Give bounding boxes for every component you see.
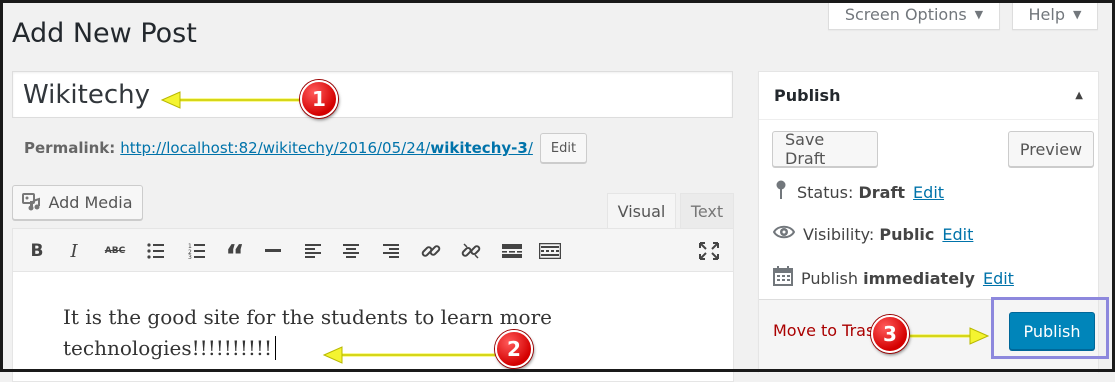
publish-time-row: Publish immediately Edit [773,266,1014,290]
preview-button[interactable]: Preview [1008,131,1094,167]
align-left-icon[interactable] [300,239,326,263]
toolbar-toggle-icon[interactable] [537,239,563,263]
calendar-icon [773,266,793,290]
publish-button[interactable]: Publish [1009,312,1095,350]
fullscreen-icon[interactable] [696,239,722,263]
post-content-editor[interactable]: It is the good site for the students to … [12,272,734,382]
callout-2-badge: 2 [495,330,533,368]
read-more-icon[interactable] [499,239,525,263]
horizontal-rule-icon[interactable] [260,239,286,263]
align-center-icon[interactable] [338,239,364,263]
add-media-label: Add Media [48,193,133,212]
publish-time-text: Publish immediately [801,269,975,288]
publish-box: Publish ▲ Save Draft Preview Status: Dra… [758,71,1099,373]
permalink-link[interactable]: http://localhost:82/wikitechy/2016/05/24… [120,139,533,157]
visibility-label: Visibility: [803,224,875,244]
tab-visual[interactable]: Visual [607,193,676,229]
post-title-value: Wikitechy [23,79,150,110]
status-edit-link[interactable]: Edit [913,183,944,202]
bullet-list-icon[interactable] [143,239,169,263]
caret-down-icon: ▼ [1073,8,1082,21]
svg-text:3: 3 [188,254,192,259]
help-label: Help [1028,5,1065,24]
status-row: Status: Draft Edit [773,180,944,204]
page-title: Add New Post [12,18,197,49]
caret-down-icon: ▼ [974,8,984,21]
content-line-2: technologies!!!!!!!!!! [63,333,683,364]
screen-options-label: Screen Options [844,5,967,24]
permalink-slug: wikitechy-3 [430,139,528,157]
permalink-url-end: / [527,139,533,157]
collapse-arrow-icon[interactable]: ▲ [1075,90,1083,101]
visibility-value: Public [879,224,935,244]
content-line-2-text: technologies!!!!!!!!!! [63,336,272,360]
permalink-row: Permalink: http://localhost:82/wikitechy… [24,133,588,163]
visibility-row: Visibility: Public Edit [772,224,973,244]
add-media-button[interactable]: Add Media [12,185,143,220]
screen-options-tab[interactable]: Screen Options ▼ [828,0,1000,30]
publish-box-header[interactable]: Publish ▲ [759,72,1098,120]
content-line-1: It is the good site for the students to … [63,305,552,329]
pin-icon [773,180,789,204]
permalink-label: Permalink: [24,139,116,157]
post-title-input[interactable]: Wikitechy [12,71,733,118]
publish-time-edit-link[interactable]: Edit [983,269,1014,288]
link-icon[interactable] [418,239,444,263]
move-to-trash-link[interactable]: Move to Trash [773,321,884,340]
text-cursor [274,336,276,360]
visibility-text: Visibility: Public [803,225,934,244]
tab-text[interactable]: Text [680,193,734,229]
status-value: Draft [858,182,906,202]
add-media-icon [22,191,42,215]
visibility-edit-link[interactable]: Edit [942,225,973,244]
numbered-list-icon[interactable]: 123 [184,239,210,263]
help-tab[interactable]: Help ▼ [1012,0,1098,30]
blockquote-icon[interactable]: “ [222,239,248,272]
bold-icon[interactable]: B [24,239,50,263]
permalink-edit-button[interactable]: Edit [539,133,588,163]
publish-time-value: immediately [863,268,975,288]
align-right-icon[interactable] [378,239,404,263]
callout-3-badge: 3 [871,315,909,353]
publish-time-label: Publish [801,268,859,288]
unlink-icon[interactable] [458,239,484,263]
italic-icon[interactable]: I [61,239,87,263]
editor-toolbar: B I ABC 123 “ [12,228,734,272]
status-label: Status: [797,182,854,202]
save-draft-button[interactable]: Save Draft [772,130,878,168]
callout-1-badge: 1 [300,80,338,118]
permalink-url-base: http://localhost:82/wikitechy/2016/05/24… [120,139,431,157]
eye-icon [772,224,796,244]
status-text: Status: Draft [797,183,905,202]
publish-actions: Move to Trash Publish [759,299,1098,373]
strikethrough-icon[interactable]: ABC [102,239,128,263]
publish-box-title: Publish [774,86,841,105]
